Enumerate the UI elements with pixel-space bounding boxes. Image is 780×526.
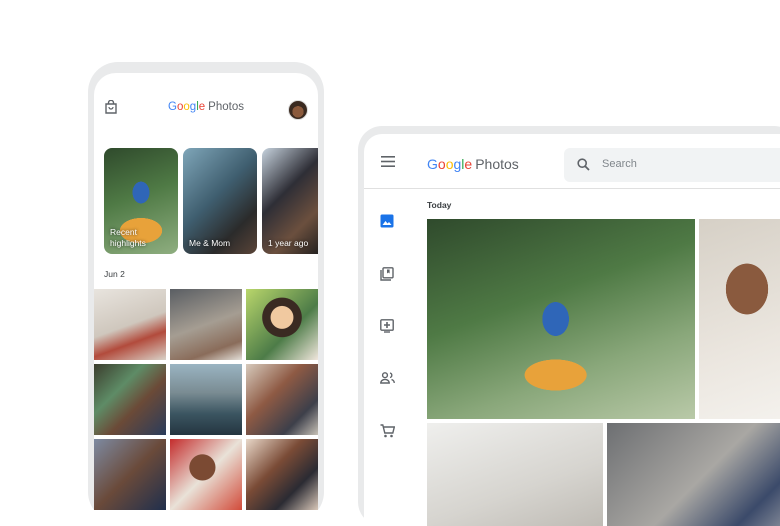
menu-icon[interactable] <box>381 156 395 167</box>
photo-thumbnail[interactable] <box>427 423 603 526</box>
tablet-device: Google Photos Search Today <box>358 126 780 526</box>
app-logo: Google Photos <box>427 156 519 172</box>
photo-thumbnail[interactable] <box>94 364 166 435</box>
search-input[interactable] <box>600 157 780 171</box>
memory-label: Me & Mom <box>189 238 231 248</box>
for-you-icon[interactable] <box>380 319 394 333</box>
memory-card[interactable]: Me & Mom <box>183 148 257 254</box>
photos-wordmark: Photos <box>475 156 519 172</box>
cart-icon[interactable] <box>380 424 395 438</box>
date-heading: Jun 2 <box>104 269 125 279</box>
top-app-bar: Google Photos <box>364 134 780 189</box>
photo-thumbnail[interactable] <box>246 439 318 510</box>
photo-thumbnail[interactable] <box>170 439 242 510</box>
albums-icon[interactable] <box>380 267 394 281</box>
phone-screen: Google Photos Recent highlights Me & Mom … <box>94 73 318 522</box>
photo-thumbnail[interactable] <box>170 364 242 435</box>
search-icon[interactable] <box>577 158 590 171</box>
photo-thumbnail[interactable] <box>94 439 166 510</box>
google-wordmark: Google <box>168 101 205 113</box>
memory-label: Recent highlights <box>110 227 146 248</box>
logo-letter: G <box>168 101 177 113</box>
sharing-icon[interactable] <box>380 372 395 384</box>
date-heading: Today <box>427 200 452 210</box>
logo-letter: o <box>437 156 446 172</box>
photo-thumbnail[interactable] <box>94 289 166 360</box>
photo-thumbnail[interactable] <box>170 289 242 360</box>
google-wordmark: Google <box>427 156 472 172</box>
photo-thumbnail[interactable] <box>699 219 780 419</box>
photos-wordmark: Photos <box>208 101 244 113</box>
photo-thumbnail[interactable] <box>427 219 695 419</box>
logo-letter: e <box>198 101 206 113</box>
app-logo: Google Photos <box>94 101 318 113</box>
logo-letter: e <box>464 156 473 172</box>
photos-icon[interactable] <box>380 214 394 228</box>
memory-label: 1 year ago <box>268 238 309 248</box>
avatar[interactable] <box>288 100 308 120</box>
search-bar[interactable] <box>564 148 780 182</box>
photo-thumbnail[interactable] <box>246 289 318 360</box>
memory-card[interactable]: 1 year ago <box>262 148 318 254</box>
photo-thumbnail[interactable] <box>246 364 318 435</box>
logo-letter: G <box>427 156 438 172</box>
photo-thumbnail[interactable] <box>607 423 780 526</box>
memory-card[interactable]: Recent highlights <box>104 148 178 254</box>
memories-carousel[interactable]: Recent highlights Me & Mom 1 year ago <box>104 148 318 254</box>
phone-device: Google Photos Recent highlights Me & Mom … <box>88 62 324 522</box>
tablet-screen: Google Photos Search Today <box>364 134 780 526</box>
photo-grid <box>94 289 318 510</box>
